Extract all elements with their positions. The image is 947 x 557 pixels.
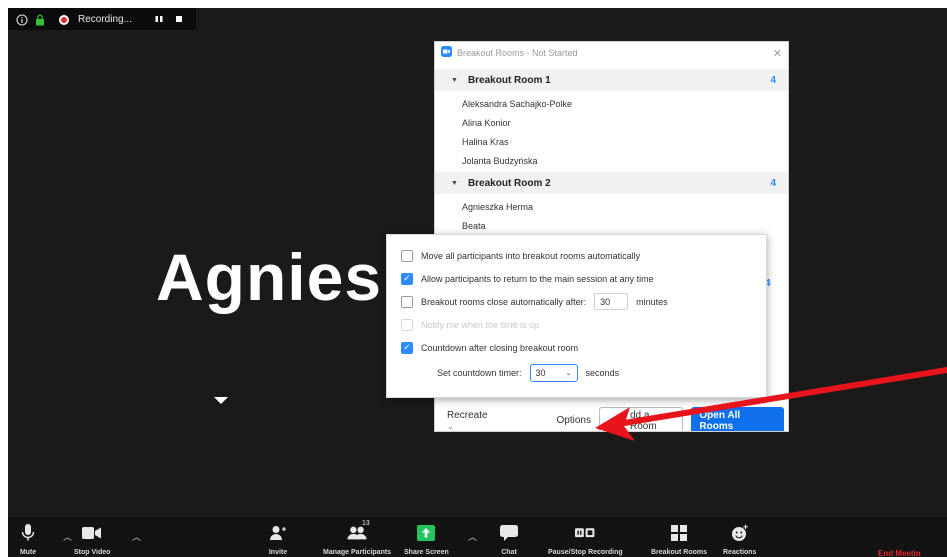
- breakout-rooms-icon: [669, 523, 689, 543]
- breakout-rooms-label: Breakout Rooms: [651, 549, 708, 556]
- options-button[interactable]: Options: [557, 415, 591, 426]
- option-allow-return[interactable]: ✓ Allow participants to return to the ma…: [387, 267, 766, 290]
- invite-button[interactable]: Invite: [268, 517, 288, 557]
- chat-label: Chat: [501, 549, 517, 556]
- microphone-icon: [18, 523, 38, 543]
- stop-video-label: Stop Video: [74, 549, 111, 556]
- seconds-label: seconds: [585, 368, 620, 378]
- meeting-toolbar: Mute ︿ Stop Video ︿ Invite Manage Partic…: [8, 517, 947, 557]
- chat-bubble-icon: [499, 523, 519, 543]
- checkbox-checked-icon[interactable]: ✓: [401, 272, 413, 285]
- breakout-room-header[interactable]: ▼ Breakout Room 1 4: [435, 69, 788, 91]
- invite-label: Invite: [268, 549, 288, 556]
- manage-participants-label: Manage Participants: [323, 549, 392, 556]
- share-screen-icon: [416, 523, 436, 543]
- add-person-icon: [268, 523, 288, 543]
- participant-item[interactable]: Alina Konior: [435, 113, 788, 132]
- share-screen-button[interactable]: Share Screen: [404, 517, 449, 557]
- breakout-options-popover: Move all participants into breakout room…: [386, 234, 767, 398]
- reactions-icon: [730, 523, 750, 543]
- option-label: Allow participants to return to the main…: [421, 273, 654, 284]
- minutes-label: minutes: [636, 296, 668, 307]
- participant-item[interactable]: Halina Kras: [435, 132, 788, 151]
- manage-participants-button[interactable]: Manage Participants: [323, 517, 391, 557]
- recreate-button[interactable]: Recreate ⌄: [447, 410, 497, 432]
- option-label: Countdown after closing breakout room: [421, 342, 579, 353]
- recording-bar: Recording...: [8, 8, 196, 30]
- breakout-window-titlebar: Breakout Rooms - Not Started ✕: [435, 42, 788, 64]
- video-camera-icon: [82, 523, 102, 543]
- breakout-window-footer: Recreate ⌄ Options dd a Room Open All Ro…: [435, 406, 788, 432]
- option-label: Breakout rooms close automatically after…: [421, 296, 587, 307]
- recording-status: Recording...: [78, 13, 132, 25]
- recreate-label: Recreate: [447, 409, 488, 421]
- timer-label: Set countdown timer:: [437, 368, 522, 378]
- end-meeting-button[interactable]: End Meetin: [878, 549, 921, 557]
- option-label: Move all participants into breakout room…: [421, 250, 641, 261]
- pause-stop-recording-button[interactable]: Pause/Stop Recording: [548, 517, 623, 557]
- timer-value: 30: [535, 368, 546, 378]
- participant-count-badge: 13: [362, 520, 370, 527]
- room-name: Breakout Room 2: [467, 177, 551, 189]
- participant-item[interactable]: Aleksandra Sachajko-Polke: [435, 94, 788, 113]
- zoom-logo-icon: [441, 44, 452, 62]
- stop-icon[interactable]: [172, 13, 186, 25]
- breakout-rooms-button[interactable]: Breakout Rooms: [651, 517, 707, 557]
- caret-up-icon[interactable]: ︿: [63, 530, 72, 543]
- add-room-button[interactable]: dd a Room: [599, 406, 684, 431]
- caret-down-icon[interactable]: ▼: [451, 180, 458, 187]
- option-move-auto[interactable]: Move all participants into breakout room…: [387, 244, 766, 267]
- participant-item[interactable]: Jolanta Budzyńska: [435, 151, 788, 170]
- mute-label: Mute: [19, 549, 37, 556]
- checkbox-unchecked-icon[interactable]: [401, 249, 413, 262]
- info-icon[interactable]: [16, 13, 28, 26]
- close-minutes-input[interactable]: 30: [594, 293, 629, 310]
- caret-down-icon[interactable]: ▼: [451, 77, 458, 84]
- mute-button[interactable]: Mute: [18, 517, 38, 557]
- checkbox-checked-icon[interactable]: ✓: [401, 341, 413, 354]
- meeting-screen: Recording... Agniesa Breakout Rooms - No…: [8, 8, 947, 557]
- countdown-timer-row: Set countdown timer: 30 ⌄ seconds: [387, 359, 766, 387]
- stop-video-button[interactable]: Stop Video: [74, 517, 110, 557]
- lock-icon[interactable]: [34, 13, 46, 26]
- breakout-room-header[interactable]: ▼ Breakout Room 2 4: [435, 172, 788, 194]
- room-participant-count: 4: [770, 177, 776, 189]
- participant-item[interactable]: Agnieszka Herma: [435, 197, 788, 216]
- room-participant-count: 4: [770, 74, 776, 86]
- caret-up-icon[interactable]: ︿: [132, 530, 141, 543]
- chevron-down-icon: ⌄: [447, 421, 454, 431]
- chat-button[interactable]: Chat: [499, 517, 519, 557]
- pause-icon[interactable]: [152, 13, 166, 25]
- checkbox-unchecked-icon[interactable]: [401, 295, 413, 308]
- popover-pointer: [214, 397, 228, 404]
- reactions-button[interactable]: Reactions: [723, 517, 756, 557]
- option-countdown[interactable]: ✓ Countdown after closing breakout room: [387, 336, 766, 359]
- open-all-rooms-button[interactable]: Open All Rooms: [691, 406, 784, 431]
- caret-up-icon[interactable]: ︿: [468, 530, 477, 543]
- share-screen-label: Share Screen: [404, 549, 449, 556]
- chevron-down-icon: ⌄: [565, 370, 572, 377]
- recording-dot-icon: [58, 13, 70, 25]
- option-label: Notify me when the time is up: [421, 319, 540, 330]
- option-notify: Notify me when the time is up: [387, 313, 766, 336]
- close-icon[interactable]: ✕: [773, 47, 782, 60]
- countdown-timer-select[interactable]: 30 ⌄: [529, 364, 578, 382]
- room-name: Breakout Room 1: [467, 74, 551, 86]
- participant-item[interactable]: Beata: [435, 216, 788, 235]
- breakout-window-title: Breakout Rooms - Not Started: [457, 48, 578, 58]
- pause-stop-recording-icon: [575, 523, 595, 543]
- reactions-label: Reactions: [723, 549, 757, 556]
- option-close-auto[interactable]: Breakout rooms close automatically after…: [387, 290, 766, 313]
- pause-stop-recording-label: Pause/Stop Recording: [548, 549, 623, 556]
- checkbox-disabled-icon: [401, 318, 413, 331]
- speaker-name-left: Agnies: [156, 240, 383, 314]
